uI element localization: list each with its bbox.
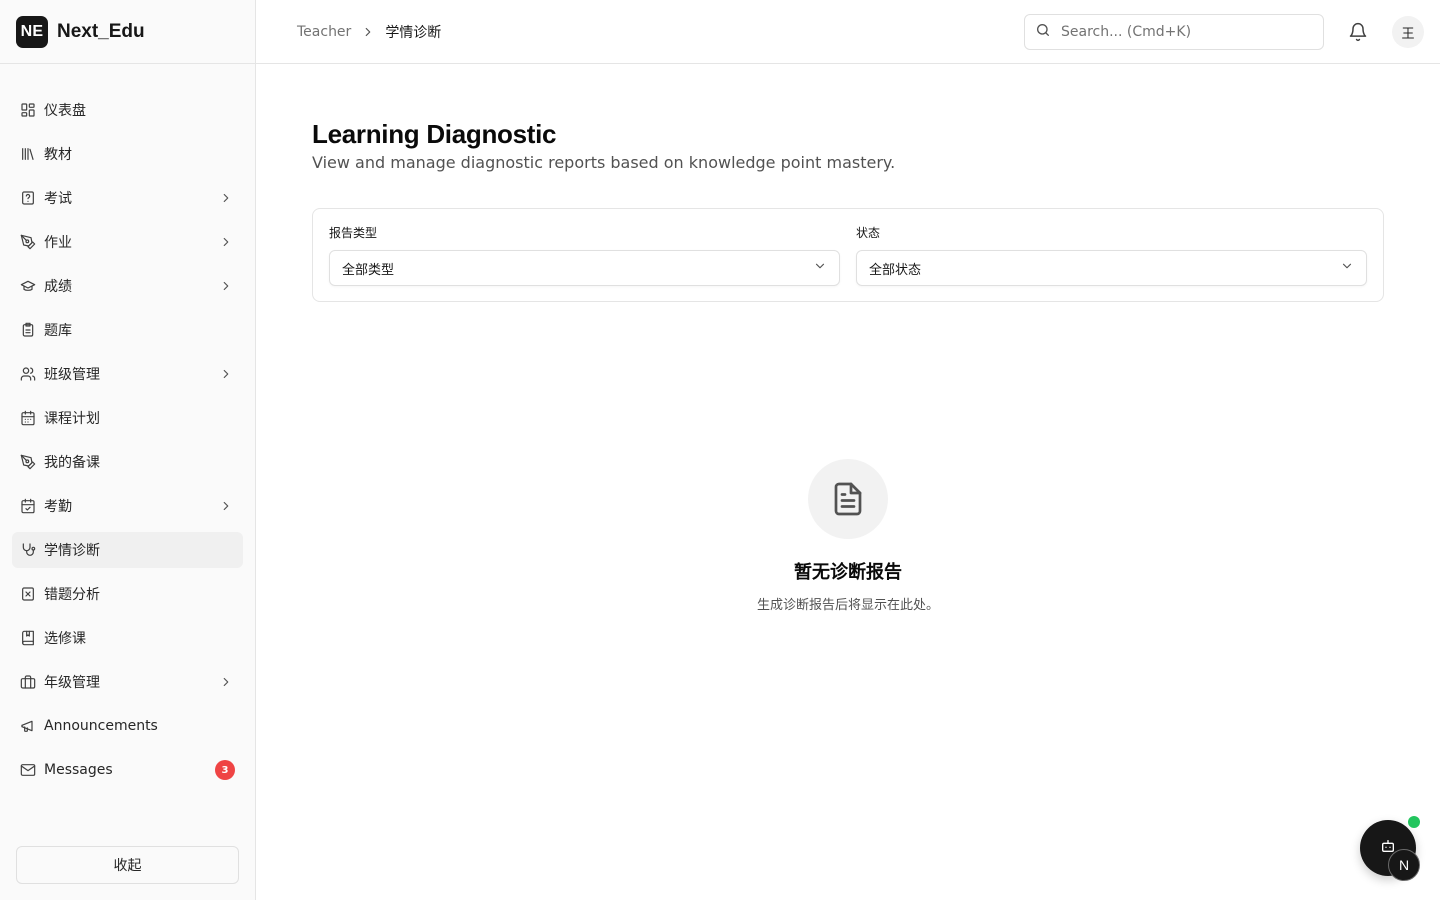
sidebar-item-label: Messages [44, 762, 113, 778]
status-filter: 状态 全部状态 [856, 224, 1367, 286]
x-square-icon [20, 586, 36, 602]
brand-logo: NE [16, 15, 48, 48]
page-subtitle: View and manage diagnostic reports based… [312, 153, 896, 172]
users-icon [20, 366, 36, 382]
sidebar-item-label: 仪表盘 [44, 103, 86, 119]
avatar[interactable]: 王 [1392, 16, 1424, 48]
search-input[interactable] [1061, 24, 1311, 40]
sidebar-item-label: Announcements [44, 718, 158, 734]
search-icon [1035, 22, 1051, 42]
sidebar-item-label: 年级管理 [44, 675, 100, 691]
sidebar-item-label: 考勤 [44, 499, 72, 515]
sidebar-item-15[interactable]: Announcements [12, 708, 243, 744]
empty-state-description: 生成诊断报告后将显示在此处。 [756, 598, 939, 613]
chevron-right-icon [219, 499, 233, 513]
breadcrumb-current: 学情诊断 [385, 25, 442, 41]
sidebar-item-label: 选修课 [44, 631, 86, 647]
sidebar-item-13[interactable]: 选修课 [12, 620, 243, 656]
clipboard-icon [20, 322, 36, 338]
empty-state: 暂无诊断报告 生成诊断报告后将显示在此处。 [648, 459, 1048, 613]
sidebar-item-label: 课程计划 [44, 411, 100, 427]
top-header: Teacher 学情诊断 王 [256, 0, 1440, 64]
calendar-icon [20, 410, 36, 426]
chevron-down-icon [1340, 259, 1354, 277]
sidebar-item-label: 班级管理 [44, 367, 100, 383]
sidebar-nav: 仪表盘教材考试作业成绩题库班级管理课程计划我的备课考勤学情诊断错题分析选修课年级… [12, 92, 243, 796]
sidebar-item-label: 作业 [44, 235, 72, 251]
sidebar-item-12[interactable]: 错题分析 [12, 576, 243, 612]
sidebar-item-11[interactable]: 学情诊断 [12, 532, 243, 568]
brand[interactable]: NE Next_Edu [0, 0, 255, 64]
report-type-select[interactable]: 全部类型 [329, 250, 840, 286]
sidebar-item-6[interactable]: 题库 [12, 312, 243, 348]
sidebar-item-5[interactable]: 成绩 [12, 268, 243, 304]
bell-icon[interactable] [1348, 22, 1368, 42]
sidebar-item-label: 学情诊断 [44, 543, 100, 559]
sidebar-item-label: 题库 [44, 323, 72, 339]
sidebar-item-7[interactable]: 班级管理 [12, 356, 243, 392]
breadcrumb: Teacher 学情诊断 [297, 0, 441, 64]
brand-name: Next_Edu [57, 20, 145, 42]
sidebar-item-14[interactable]: 年级管理 [12, 664, 243, 700]
online-status-dot [1408, 816, 1420, 828]
stethoscope-icon [20, 542, 36, 558]
chevron-down-icon [813, 259, 827, 277]
status-select[interactable]: 全部状态 [856, 250, 1367, 286]
filter-panel: 报告类型 全部类型 状态 全部状态 [312, 208, 1384, 302]
sidebar-item-1[interactable]: 仪表盘 [12, 92, 243, 128]
sidebar-item-8[interactable]: 课程计划 [12, 400, 243, 436]
calendar-check-icon [20, 498, 36, 514]
chevron-right-icon [360, 24, 376, 40]
book-icon [20, 630, 36, 646]
empty-state-title: 暂无诊断报告 [794, 562, 902, 583]
assistant-badge[interactable]: N [1388, 849, 1420, 881]
mail-icon [20, 762, 36, 778]
sidebar-item-10[interactable]: 考勤 [12, 488, 243, 524]
briefcase-icon [20, 674, 36, 690]
report-type-value: 全部类型 [342, 262, 395, 278]
sidebar-item-label: 错题分析 [44, 587, 100, 603]
breadcrumb-root-link[interactable]: Teacher [297, 24, 351, 40]
sidebar-item-16[interactable]: Messages 3 [12, 752, 243, 788]
sidebar-item-9[interactable]: 我的备课 [12, 444, 243, 480]
sidebar: NE Next_Edu 仪表盘教材考试作业成绩题库班级管理课程计划我的备课考勤学… [0, 0, 256, 900]
exam-icon [20, 190, 36, 206]
chevron-right-icon [219, 675, 233, 689]
pen-icon [20, 234, 36, 250]
sidebar-item-2[interactable]: 教材 [12, 136, 243, 172]
search-box[interactable] [1024, 14, 1324, 50]
unread-count-badge: 3 [215, 760, 235, 780]
megaphone-icon [20, 718, 36, 734]
sidebar-item-label: 教材 [44, 147, 72, 163]
graduation-cap-icon [20, 278, 36, 294]
file-text-icon [808, 459, 888, 539]
dashboard-icon [20, 102, 36, 118]
sidebar-item-label: 考试 [44, 191, 72, 207]
chevron-right-icon [219, 191, 233, 205]
chevron-right-icon [219, 235, 233, 249]
report-type-filter: 报告类型 全部类型 [329, 224, 840, 286]
chevron-right-icon [219, 367, 233, 381]
status-value: 全部状态 [869, 262, 922, 278]
collapse-button[interactable]: 收起 [16, 846, 239, 884]
sidebar-item-4[interactable]: 作业 [12, 224, 243, 260]
sidebar-item-label: 我的备课 [44, 455, 100, 471]
pen-icon [20, 454, 36, 470]
sidebar-item-label: 成绩 [44, 279, 72, 295]
status-label: 状态 [856, 226, 881, 240]
report-type-label: 报告类型 [329, 226, 378, 240]
page-title: Learning Diagnostic [312, 119, 557, 149]
sidebar-item-3[interactable]: 考试 [12, 180, 243, 216]
library-icon [20, 146, 36, 162]
chevron-right-icon [219, 279, 233, 293]
